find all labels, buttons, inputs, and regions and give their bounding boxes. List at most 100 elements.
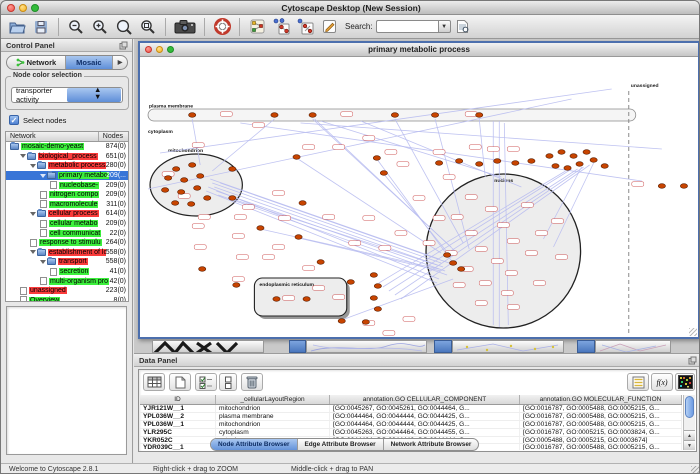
disclosure-triangle-icon[interactable] (30, 212, 36, 216)
network-node[interactable] (295, 235, 302, 240)
column-header-cellular-component[interactable]: annotation.GO CELLULAR_COMPONENT (330, 395, 520, 404)
network-node[interactable] (601, 164, 608, 169)
snapshot-button[interactable] (172, 17, 198, 37)
network-tree-item[interactable]: unassigned223(0) (6, 286, 128, 296)
minimized-window-thumbnail[interactable] (152, 340, 264, 353)
app-resize-grip[interactable] (691, 466, 700, 474)
table-cell[interactable]: YJR121W__1 (140, 405, 216, 412)
column-header-region[interactable]: _cellularLayoutRegion (216, 395, 330, 404)
tab-node-attribute-browser[interactable]: Node Attribute Browser (211, 439, 298, 450)
minimized-window-thumbnail[interactable] (452, 340, 564, 353)
zoom-out-button[interactable] (65, 17, 87, 37)
table-cell[interactable]: YDR039C__1 (140, 444, 216, 450)
table-cell[interactable]: YLR295C (140, 429, 216, 436)
delete-attribute-button[interactable] (241, 373, 263, 391)
table-cell[interactable]: cytoplasm (216, 429, 330, 436)
zoom-in-button[interactable] (89, 17, 111, 37)
network-node[interactable] (456, 159, 463, 164)
table-cell[interactable]: [GO:0045263, GO:0044464, GO:0044455, G..… (330, 429, 520, 436)
network-canvas[interactable]: plasma membranecytoplasmmitochondrionnuc… (140, 57, 698, 337)
network-tree-item[interactable]: establishment of lo558(0) (6, 248, 128, 258)
network-node[interactable] (362, 320, 369, 325)
network-tree-item[interactable]: multi-organism pro42(0) (6, 276, 128, 286)
select-nodes-checkbox[interactable]: ✓ (9, 115, 19, 125)
network-node[interactable] (189, 113, 196, 118)
float-panel-icon[interactable] (688, 356, 697, 365)
network-node[interactable] (189, 163, 196, 168)
network-window-titlebar[interactable]: primary metabolic process (140, 43, 698, 57)
network-node[interactable] (173, 167, 180, 172)
attribute-modifier-button[interactable] (219, 373, 237, 391)
network-node[interactable] (293, 155, 300, 160)
create-network-from-selection-button[interactable] (270, 17, 292, 37)
minimized-window-icon[interactable] (577, 340, 595, 353)
float-panel-icon[interactable] (119, 41, 128, 50)
table-cell[interactable]: [GO:0016787, GO:0005488, GO:0005215, G..… (520, 413, 682, 420)
network-tree-item[interactable]: macromolecule311(0) (6, 200, 128, 210)
minimized-window-thumbnail[interactable] (595, 340, 671, 353)
column-header-id[interactable]: ID (140, 395, 216, 404)
birdseye-view[interactable] (6, 306, 127, 455)
network-graph[interactable]: plasma membranecytoplasmmitochondrionnuc… (140, 57, 698, 337)
formula-builder-button[interactable]: f(x) (651, 373, 673, 391)
table-cell[interactable]: [GO:0045267, GO:0045261, GO:0044464, G..… (330, 405, 520, 412)
heatmap-view-button[interactable] (675, 373, 695, 391)
network-node[interactable] (229, 167, 236, 172)
network-node[interactable] (370, 273, 377, 278)
network-node[interactable] (576, 162, 583, 167)
network-node[interactable] (309, 113, 316, 118)
network-tree-item[interactable]: mosaic-demo-yeast874(0) (6, 142, 128, 152)
create-attribute-button[interactable] (169, 373, 191, 391)
table-cell[interactable]: mitochondrion (216, 421, 330, 428)
network-node[interactable] (476, 162, 483, 167)
network-node[interactable] (570, 154, 577, 159)
disclosure-triangle-icon[interactable] (20, 154, 26, 158)
table-cell[interactable]: [GO:0016787, GO:0005488, GO:0005215, G..… (520, 405, 682, 412)
network-node[interactable] (317, 260, 324, 265)
table-row[interactable]: YLR295Ccytoplasm[GO:0045263, GO:0044464,… (140, 429, 682, 437)
network-tree-item[interactable]: nitrogen compo209(0) (6, 190, 128, 200)
network-node[interactable] (564, 166, 571, 171)
network-node[interactable] (197, 174, 204, 179)
network-node[interactable] (374, 284, 381, 289)
network-node[interactable] (178, 190, 185, 195)
network-node[interactable] (546, 154, 553, 159)
table-cell[interactable]: YPL036W__2 (140, 413, 216, 420)
destroy-network-button[interactable] (294, 17, 316, 37)
window-resize-grip[interactable] (689, 328, 697, 336)
node-color-select[interactable]: transporter activity ▲▼ (11, 87, 123, 103)
zoom-fit-button[interactable] (137, 17, 159, 37)
annotation-button[interactable] (318, 17, 340, 37)
network-node[interactable] (476, 113, 483, 118)
network-node[interactable] (370, 296, 377, 301)
scroll-down-button[interactable]: ▼ (684, 440, 695, 450)
table-row[interactable]: YJR121W__1mitochondrion[GO:0045267, GO:0… (140, 405, 682, 413)
table-cell[interactable]: [GO:0005488, GO:0005215, GO:0003674] (520, 437, 682, 444)
network-tree-item[interactable]: cell communicat22(0) (6, 228, 128, 238)
minimized-window-icon[interactable] (289, 340, 306, 353)
network-tree-item[interactable]: cellular process614(0) (6, 209, 128, 219)
network-node[interactable] (172, 201, 179, 206)
scroll-up-button[interactable]: ▲ (684, 430, 695, 440)
network-tree-item[interactable]: Overview8(0) (6, 296, 128, 303)
table-cell[interactable]: mitochondrion (216, 405, 330, 412)
network-node[interactable] (435, 161, 442, 166)
table-cell[interactable]: [GO:0044464, GO:0044444, GO:0044425, G..… (330, 413, 520, 420)
column-header-molecular-function[interactable]: annotation.GO MOLECULAR_FUNCTION (520, 395, 682, 404)
network-tree-item[interactable]: response to stimulu264(0) (6, 238, 128, 248)
network-node[interactable] (583, 150, 590, 155)
plugin-manager-button[interactable] (211, 17, 233, 37)
network-node[interactable] (338, 319, 345, 324)
search-config-button[interactable] (452, 17, 474, 37)
network-tree-item[interactable]: metabolic process280(0) (6, 161, 128, 171)
attribute-list-button[interactable] (627, 373, 649, 391)
table-cell[interactable]: YPL036W__1 (140, 421, 216, 428)
network-node[interactable] (271, 113, 278, 118)
attribute-batch-editor-button[interactable] (195, 373, 217, 391)
network-node[interactable] (658, 184, 665, 189)
network-node[interactable] (233, 283, 240, 288)
network-node[interactable] (558, 150, 565, 155)
network-node[interactable] (458, 267, 465, 272)
select-attributes-button[interactable] (143, 373, 165, 391)
tab-edge-attribute-browser[interactable]: Edge Attribute Browser (298, 439, 384, 450)
